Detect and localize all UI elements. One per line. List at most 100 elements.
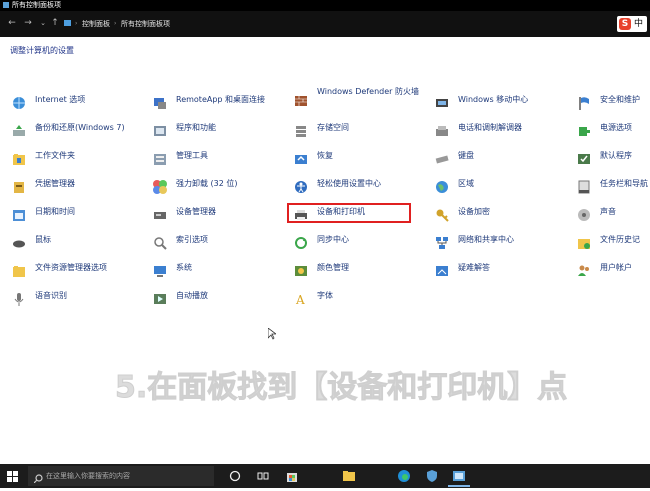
item-ease-of-access[interactable]: 轻松使用设置中心 — [293, 176, 423, 198]
taskbar-icon — [576, 179, 592, 195]
item-label: 安全和维护 — [600, 95, 640, 104]
item-network-sharing[interactable]: 网络和共享中心 — [434, 232, 564, 254]
item-admin-tools[interactable]: 管理工具 — [152, 148, 282, 170]
item-programs-features[interactable]: 程序和功能 — [152, 120, 282, 142]
item-default-programs[interactable]: 默认程序 — [576, 148, 650, 170]
item-label: 网络和共享中心 — [458, 235, 514, 244]
breadcrumb-control-panel[interactable]: 控制面板 — [82, 19, 110, 29]
taskbar: 在这里输入你要搜索的内容 — [0, 464, 650, 488]
file-explorer-icon[interactable] — [341, 468, 357, 484]
device-manager-icon — [152, 207, 168, 223]
item-keyboard[interactable]: 键盘 — [434, 148, 564, 170]
item-troubleshooting[interactable]: 疑难解答 — [434, 260, 564, 282]
ime-indicator[interactable]: S 中 — [617, 16, 647, 32]
date-time-icon — [11, 207, 27, 223]
control-panel-taskbar-icon[interactable] — [451, 468, 467, 484]
network-icon — [434, 235, 450, 251]
item-label: RemoteApp 和桌面连接 — [176, 95, 266, 104]
sound-icon — [576, 207, 592, 223]
item-label: 语音识别 — [35, 291, 67, 300]
taskbar-search-input[interactable]: 在这里输入你要搜索的内容 — [28, 466, 214, 486]
item-sound[interactable]: 声音 — [576, 204, 650, 226]
item-label: 设备加密 — [458, 207, 490, 216]
item-label: 设备管理器 — [176, 207, 216, 216]
item-label: Windows 移动中心 — [458, 95, 529, 104]
item-indexing-options[interactable]: 索引选项 — [152, 232, 282, 254]
item-internet-options[interactable]: Internet 选项 — [11, 92, 141, 114]
forward-arrow-icon[interactable]: → — [22, 16, 34, 31]
item-label: 索引选项 — [176, 235, 208, 244]
admin-tools-icon — [152, 151, 168, 167]
item-backup-restore[interactable]: 备份和还原(Windows 7) — [11, 120, 141, 142]
indexing-icon — [152, 235, 168, 251]
item-firewall[interactable]: Windows Defender 防火墙 — [293, 86, 433, 112]
item-speech-recognition[interactable]: 语音识别 — [11, 288, 141, 310]
item-autoplay[interactable]: 自动播放 — [152, 288, 282, 310]
item-phone-modem[interactable]: 电话和调制解调器 — [434, 120, 564, 142]
item-work-folders[interactable]: 工作文件夹 — [11, 148, 141, 170]
item-sync-center[interactable]: 同步中心 — [293, 232, 423, 254]
item-label: 键盘 — [458, 151, 474, 160]
item-recovery[interactable]: 恢复 — [293, 148, 423, 170]
remote-desktop-icon — [152, 95, 168, 111]
item-label: 自动播放 — [176, 291, 208, 300]
item-user-accounts[interactable]: 用户帐户 — [576, 260, 650, 282]
item-label: 字体 — [317, 291, 333, 300]
item-explorer-options[interactable]: 文件资源管理器选项 — [11, 260, 141, 282]
globe-icon — [11, 95, 27, 111]
default-programs-icon — [576, 151, 592, 167]
security-icon[interactable] — [424, 468, 440, 484]
power-icon — [576, 123, 592, 139]
active-app-indicator — [448, 485, 470, 487]
item-region[interactable]: 区域 — [434, 176, 564, 198]
credential-manager-icon — [11, 179, 27, 195]
troubleshooting-icon — [434, 263, 450, 279]
item-label: 强力卸载 (32 位) — [176, 179, 238, 188]
item-uninstaller[interactable]: 强力卸载 (32 位) — [152, 176, 282, 198]
edge-icon[interactable] — [396, 468, 412, 484]
item-label: 鼠标 — [35, 235, 51, 244]
item-label: 疑难解答 — [458, 263, 490, 272]
breadcrumb-all-items[interactable]: 所有控制面板项 — [121, 19, 170, 29]
item-label: 凭据管理器 — [35, 179, 75, 188]
item-remoteapp[interactable]: RemoteApp 和桌面连接 — [152, 92, 282, 114]
item-mobility-center[interactable]: Windows 移动中心 — [434, 92, 564, 114]
item-system[interactable]: 系统 — [152, 260, 282, 282]
item-label: Internet 选项 — [35, 95, 86, 104]
item-color-management[interactable]: 颜色管理 — [293, 260, 423, 282]
item-mouse[interactable]: 鼠标 — [11, 232, 141, 254]
item-credential-manager[interactable]: 凭据管理器 — [11, 176, 141, 198]
cortana-icon[interactable] — [227, 468, 243, 484]
address-bar: ← → ⌄ ↑ › 控制面板 › 所有控制面板项 S 中 — [0, 11, 650, 37]
firewall-icon — [293, 92, 309, 108]
item-storage-spaces[interactable]: 存储空间 — [293, 120, 423, 142]
recent-dropdown-icon[interactable]: ⌄ — [37, 16, 49, 31]
item-device-manager[interactable]: 设备管理器 — [152, 204, 282, 226]
task-view-icon[interactable] — [255, 468, 271, 484]
up-arrow-icon[interactable]: ↑ — [49, 16, 61, 31]
store-icon[interactable] — [284, 468, 300, 484]
sync-center-icon — [293, 235, 309, 251]
work-folders-icon — [11, 151, 27, 167]
item-label: 默认程序 — [600, 151, 632, 160]
breadcrumb-separator: › — [75, 20, 78, 27]
start-button[interactable] — [0, 464, 24, 488]
item-label: 系统 — [176, 263, 192, 272]
region-icon — [434, 179, 450, 195]
search-placeholder: 在这里输入你要搜索的内容 — [46, 472, 130, 480]
item-fonts[interactable]: A 字体 — [293, 288, 423, 310]
item-date-time[interactable]: 日期和时间 — [11, 204, 141, 226]
item-security-maintenance[interactable]: 安全和维护 — [576, 92, 650, 114]
color-management-icon — [293, 263, 309, 279]
autoplay-icon — [152, 291, 168, 307]
item-power-options[interactable]: 电源选项 — [576, 120, 650, 142]
item-label: 文件资源管理器选项 — [35, 263, 107, 272]
control-panel-icon — [3, 2, 9, 8]
system-icon — [152, 263, 168, 279]
mouse-icon — [11, 235, 27, 251]
window-title: 所有控制面板项 — [12, 1, 61, 9]
item-taskbar-navigation[interactable]: 任务栏和导航 — [576, 176, 650, 198]
item-file-history[interactable]: 文件历史记 — [576, 232, 650, 254]
back-arrow-icon[interactable]: ← — [6, 16, 18, 31]
item-device-encryption[interactable]: 设备加密 — [434, 204, 564, 226]
